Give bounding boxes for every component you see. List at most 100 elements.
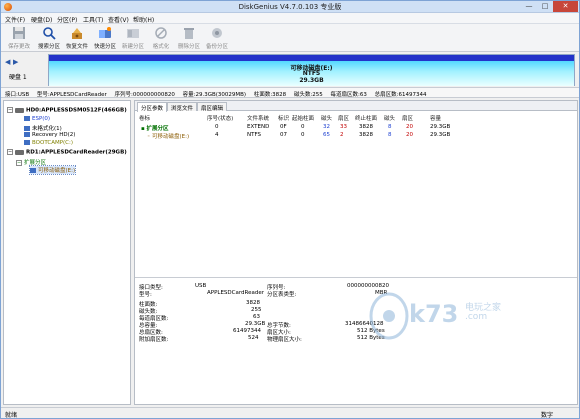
tree-extended-partition[interactable]: − 扩展分区 (16, 158, 46, 166)
tree-partition-recovery[interactable]: Recovery HD(2) (24, 132, 75, 138)
detail-total-sectors-value: 61497344 (233, 328, 261, 334)
disk-label: 硬盘 1 (9, 74, 27, 81)
recover-files-button[interactable]: 恢复文件 (63, 26, 91, 51)
col-label: 卷标 (139, 116, 151, 122)
menu-partition[interactable]: 分区(P) (57, 15, 77, 24)
save-changes-button[interactable]: 保存更改 (5, 26, 33, 51)
col-end-head: 磁头 (384, 116, 396, 122)
row-end-sector: 20 (406, 124, 413, 130)
title-bar: DiskGenius V4.7.0.103 专业版 — □ ✕ (1, 1, 579, 13)
partition-table: 卷标 序号(状态) 文件系统 标识 起始柱面 磁头 扇区 终止柱面 磁头 扇区 … (135, 112, 577, 262)
window-title: DiskGenius V4.7.0.103 专业版 (238, 3, 342, 11)
detail-ptype-label: 分区表类型: (267, 292, 297, 298)
disk-info-line: 接口:USB 型号:APPLESDCardReader 序列号:00000000… (1, 88, 579, 98)
new-partition-label: 新建分区 (121, 44, 144, 50)
tree-disk-rd1[interactable]: − RD1:APPLESDCardReader(29GB) (7, 149, 127, 156)
recover-icon (72, 28, 82, 39)
info-heads: 磁头数:255 (293, 92, 323, 98)
details-pane: 分区参数 浏览文件 扇区编辑 卷标 序号(状态) 文件系统 标识 起始柱面 磁头… (134, 100, 578, 405)
row-label: ▪ 扩展分区 (141, 126, 169, 132)
format-label: 格式化 (152, 44, 170, 50)
minimize-button[interactable]: — (521, 1, 537, 12)
watermark-brand: k73 (409, 300, 459, 328)
collapse-icon[interactable]: − (16, 159, 22, 166)
menu-file[interactable]: 文件(F) (5, 15, 25, 24)
status-bar: 就绪 数字 (1, 407, 579, 419)
watermark-domain: .com (465, 312, 488, 322)
new-partition-icon (127, 29, 139, 38)
detail-model-label: 型号: (139, 292, 152, 298)
partition-bar-fs: NTFS (302, 70, 321, 77)
tree-partition-bootcamp-label: BOOTCAMP(C:) (32, 140, 74, 146)
info-total-sectors: 总扇区数:61497344 (374, 92, 427, 98)
disk-prev-button[interactable]: ◀ (5, 58, 10, 66)
status-text: 就绪 (5, 412, 18, 419)
menu-view[interactable]: 查看(V) (108, 15, 129, 24)
row-id: 0F (280, 124, 287, 130)
toolbar: 保存更改 搜索分区 恢复文件 快速分区 新建分区 格式化 删除分区 备份分区 (1, 24, 579, 52)
row-size: 29.3GB (430, 124, 451, 130)
detail-interface-value: USB (195, 283, 207, 289)
quick-partition-button[interactable]: 快速分区 (91, 26, 119, 51)
row-index: 4 (215, 132, 219, 138)
row-end-head: 8 (388, 124, 392, 130)
tab-partition-params[interactable]: 分区参数 (137, 102, 168, 112)
row-head: 32 (323, 124, 330, 130)
search-icon (43, 27, 56, 40)
info-serial: 序列号:000000000820 (114, 92, 175, 98)
tree-disk-rd1-label: RD1:APPLESDCardReader(29GB) (26, 149, 127, 156)
tab-bar: 分区参数 浏览文件 扇区编辑 (135, 101, 577, 112)
info-cylinders: 柱面数:3828 (253, 92, 287, 98)
search-partition-button[interactable]: 搜索分区 (35, 26, 63, 51)
delete-icon (184, 28, 194, 39)
col-size: 容量 (430, 116, 442, 122)
watermark-logo: k73 电玩之家 .com (367, 286, 517, 346)
partition-icon (24, 140, 30, 145)
tree-disk-hd0[interactable]: − HD0:APPLESSDSM0512F(466GB) (7, 107, 127, 114)
format-icon (155, 27, 167, 39)
row-end-cyl: 3828 (359, 132, 373, 138)
row-label: ◦ 可移动磁盘(E:) (147, 134, 190, 140)
tab-sector-editor[interactable]: 扇区编辑 (197, 102, 228, 112)
detail-phys-sector-label: 物理扇区大小: (267, 337, 302, 343)
delete-partition-button[interactable]: 删除分区 (175, 26, 203, 51)
tree-disk-hd0-label: HD0:APPLESSDSM0512F(466GB) (26, 107, 127, 114)
disk-map: ◀ ▶ 硬盘 1 可移动磁盘(E:) NTFS 29.3GB (1, 52, 579, 88)
detail-model-value: APPLESDCardReader (207, 290, 264, 296)
row-id: 07 (280, 132, 287, 138)
pane-divider[interactable] (135, 277, 577, 278)
partition-icon (24, 116, 30, 121)
tab-browse-files[interactable]: 浏览文件 (167, 102, 198, 112)
format-button[interactable]: 格式化 (147, 26, 175, 51)
numlock-indicator: 数字 (541, 412, 554, 419)
close-button[interactable]: ✕ (553, 1, 578, 12)
detail-heads-value: 255 (251, 307, 262, 313)
detail-extra-sectors-value: 524 (248, 335, 259, 341)
new-partition-button[interactable]: 新建分区 (119, 26, 147, 51)
hard-disk-icon (15, 107, 24, 113)
backup-partition-button[interactable]: 备份分区 (203, 26, 231, 51)
info-interface: 接口:USB (5, 92, 30, 98)
menu-help[interactable]: 帮助(H) (133, 15, 154, 24)
row-size: 29.3GB (430, 132, 451, 138)
tree-partition-removable-label: 可移动磁盘(E:) (38, 168, 76, 174)
tree-partition-bootcamp[interactable]: BOOTCAMP(C:) (24, 140, 73, 146)
menu-disk[interactable]: 硬盘(D) (31, 15, 52, 24)
tree-partition-recovery-label: Recovery HD(2) (32, 132, 76, 138)
recover-files-label: 恢复文件 (65, 44, 88, 50)
partition-icon (24, 126, 30, 131)
maximize-button[interactable]: □ (537, 1, 553, 12)
tree-partition-esp[interactable]: ESP(0) (24, 116, 50, 122)
disk-next-button[interactable]: ▶ (13, 58, 18, 66)
tree-partition-unformatted[interactable]: 未格式化(1) (24, 124, 62, 132)
backup-partition-label: 备份分区 (205, 44, 228, 50)
col-sector: 扇区 (338, 116, 350, 122)
partition-bar[interactable]: 可移动磁盘(E:) NTFS 29.3GB (48, 54, 575, 86)
detail-extra-sectors-label: 附加扇区数: (139, 337, 169, 343)
menu-tools[interactable]: 工具(T) (83, 15, 103, 24)
collapse-icon[interactable]: − (7, 107, 13, 113)
app-window: DiskGenius V4.7.0.103 专业版 — □ ✕ 文件(F) 硬盘… (0, 0, 580, 419)
tree-partition-removable[interactable]: 可移动磁盘(E:) (28, 165, 77, 175)
row-start-cyl: 0 (301, 132, 305, 138)
collapse-icon[interactable]: − (7, 149, 13, 155)
